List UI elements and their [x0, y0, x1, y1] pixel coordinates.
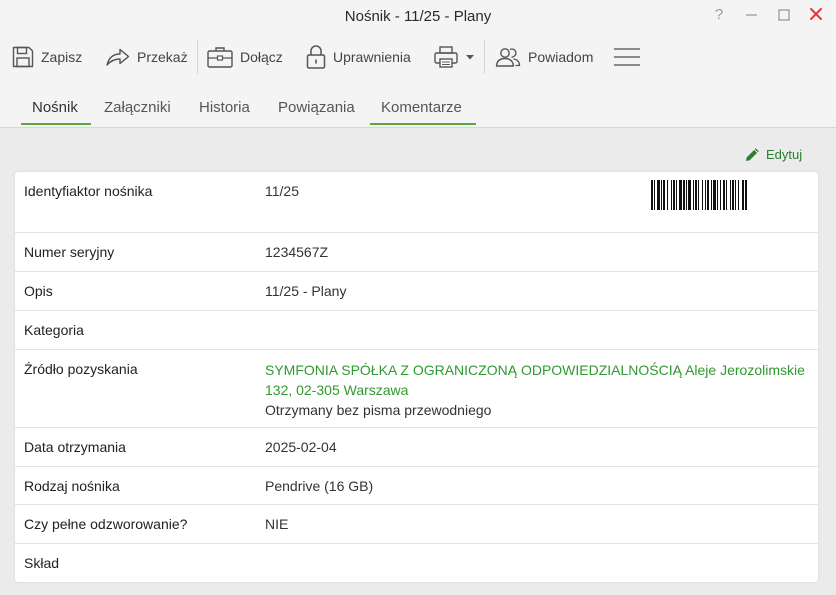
category-label: Kategoria	[24, 322, 84, 338]
row-source: Źródło pozyskania SYMFONIA SPÓŁKA Z OGRA…	[15, 350, 818, 428]
more-menu-button[interactable]	[613, 42, 641, 72]
row-medium-type: Rodzaj nośnika Pendrive (16 GB)	[15, 467, 818, 505]
forward-button[interactable]: Przekaż	[105, 42, 188, 72]
chevron-down-icon[interactable]	[463, 45, 477, 69]
maximize-button[interactable]	[773, 4, 795, 26]
people-icon	[495, 48, 521, 67]
share-arrow-icon	[106, 48, 130, 66]
tab-underline	[370, 123, 476, 125]
save-label: Zapisz	[41, 49, 83, 65]
permissions-button[interactable]: Uprawnienia	[305, 42, 411, 72]
row-composition: Skład	[15, 544, 818, 582]
briefcase-icon	[207, 47, 233, 68]
active-tab-indicator	[21, 123, 91, 125]
padlock-icon	[306, 45, 326, 69]
full-reproduction-label: Czy pełne odzworowanie?	[24, 516, 188, 532]
row-received-date: Data otrzymania 2025-02-04	[15, 428, 818, 467]
barcode-image	[651, 180, 747, 210]
print-button[interactable]	[433, 42, 477, 72]
edit-label: Edytuj	[766, 147, 803, 162]
details-card: Identyfiaktor nośnika 11/25 Numer seryjn…	[15, 172, 818, 582]
floppy-disk-icon	[12, 46, 34, 68]
hamburger-menu-icon	[614, 48, 640, 66]
serial-value: 1234567Z	[265, 244, 329, 260]
minimize-icon	[746, 14, 757, 16]
tab-powiazania[interactable]: Powiązania	[278, 99, 355, 116]
notify-label: Powiadom	[528, 49, 594, 65]
toolbar-separator	[484, 40, 485, 74]
permissions-label: Uprawnienia	[333, 49, 411, 65]
close-button[interactable]	[805, 4, 827, 26]
tab-zalaczniki[interactable]: Załączniki	[104, 99, 171, 116]
source-label: Źródło pozyskania	[24, 361, 138, 377]
row-identifier: Identyfiaktor nośnika 11/25	[15, 172, 818, 233]
maximize-icon	[778, 9, 790, 21]
save-button[interactable]: Zapisz	[11, 42, 82, 72]
tab-historia[interactable]: Historia	[199, 99, 250, 116]
source-value: SYMFONIA SPÓŁKA Z OGRANICZONĄ ODPOWIEDZI…	[265, 360, 810, 420]
help-button[interactable]: ?	[708, 4, 730, 26]
tab-nosnik[interactable]: Nośnik	[32, 99, 78, 116]
toolbar: Zapisz Przekaż Dołącz Uprawnienia Powiad…	[0, 32, 836, 82]
row-serial: Numer seryjny 1234567Z	[15, 233, 818, 272]
description-value: 11/25 - Plany	[265, 283, 347, 299]
composition-label: Skład	[24, 555, 60, 571]
row-description: Opis 11/25 - Plany	[15, 272, 818, 311]
identifier-label: Identyfiaktor nośnika	[24, 183, 153, 199]
title-bar: Nośnik - 11/25 - Plany ?	[0, 0, 836, 32]
row-category: Kategoria	[15, 311, 818, 350]
medium-type-value: Pendrive (16 GB)	[265, 478, 374, 494]
row-full-reproduction: Czy pełne odzworowanie? NIE	[15, 505, 818, 544]
printer-icon	[434, 46, 458, 68]
close-icon	[810, 8, 822, 20]
full-reproduction-value: NIE	[265, 516, 289, 532]
description-label: Opis	[24, 283, 53, 299]
attach-button[interactable]: Dołącz	[206, 42, 283, 72]
received-date-value: 2025-02-04	[265, 439, 337, 455]
serial-label: Numer seryjny	[24, 244, 115, 260]
forward-label: Przekaż	[137, 49, 188, 65]
source-link[interactable]: SYMFONIA SPÓŁKA Z OGRANICZONĄ ODPOWIEDZI…	[265, 360, 810, 400]
notify-button[interactable]: Powiadom	[494, 42, 593, 72]
source-note: Otrzymany bez pisma przewodniego	[265, 402, 492, 418]
tab-bar: Nośnik Załączniki Historia Powiązania Ko…	[0, 82, 836, 128]
minimize-button[interactable]	[741, 4, 763, 26]
pencil-icon	[746, 148, 759, 161]
tab-komentarze[interactable]: Komentarze	[381, 99, 462, 116]
medium-type-label: Rodzaj nośnika	[24, 478, 120, 494]
received-date-label: Data otrzymania	[24, 439, 126, 455]
toolbar-separator	[197, 40, 198, 74]
attach-label: Dołącz	[240, 49, 283, 65]
edit-button[interactable]: Edytuj	[744, 146, 802, 163]
